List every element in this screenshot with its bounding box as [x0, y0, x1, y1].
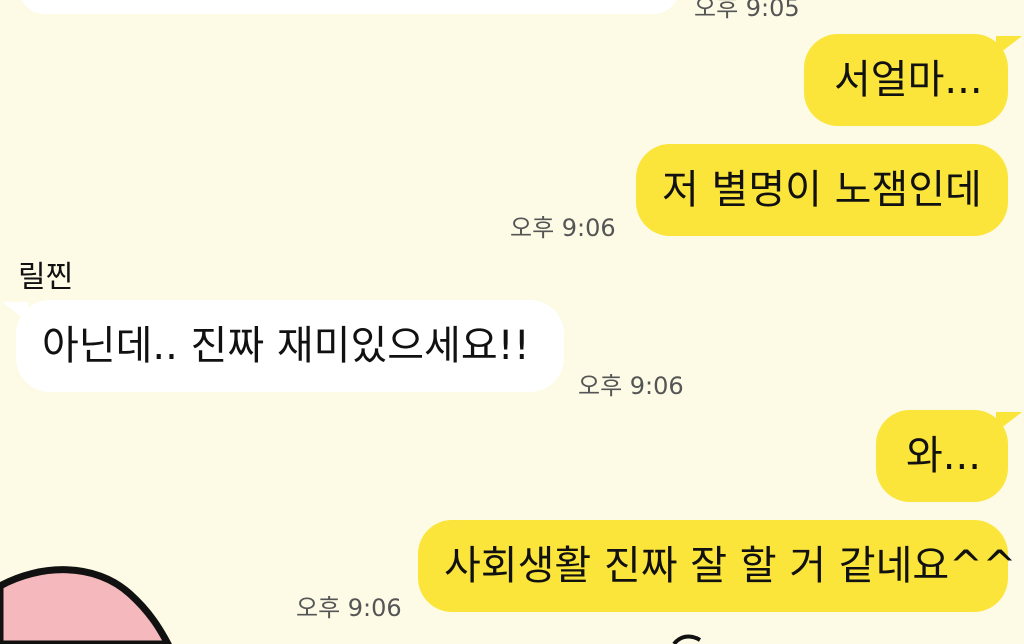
message-text: 와... [906, 433, 981, 479]
message-bubble-sent[interactable]: 저 별명이 노잼인데 [636, 144, 1008, 236]
sticker-fragment [672, 634, 702, 644]
timestamp: 오후 9:06 [296, 594, 402, 622]
message-bubble-sent[interactable]: 와... [876, 410, 1022, 502]
message-bubble-partial[interactable] [18, 0, 680, 14]
message-text: 아닌데.. 진짜 재미있으세요!! [42, 323, 530, 369]
sender-name[interactable]: 릴찐 [18, 252, 73, 296]
message-bubble-sent[interactable]: 사회생활 진짜 잘 할 거 같네요^^ [418, 520, 1016, 612]
sticker-image[interactable] [0, 524, 240, 644]
message-bubble-sent[interactable]: 서얼마... [804, 34, 1022, 126]
message-text: 사회생활 진짜 잘 할 거 같네요^^ [444, 543, 1017, 589]
timestamp: 오후 9:06 [578, 372, 684, 400]
timestamp: 오후 9:05 [694, 0, 800, 22]
timestamp: 오후 9:06 [510, 214, 616, 242]
message-text: 서얼마... [834, 57, 983, 103]
message-text: 저 별명이 노잼인데 [662, 167, 982, 213]
message-bubble-received[interactable]: 아닌데.. 진짜 재미있으세요!! [2, 300, 564, 392]
